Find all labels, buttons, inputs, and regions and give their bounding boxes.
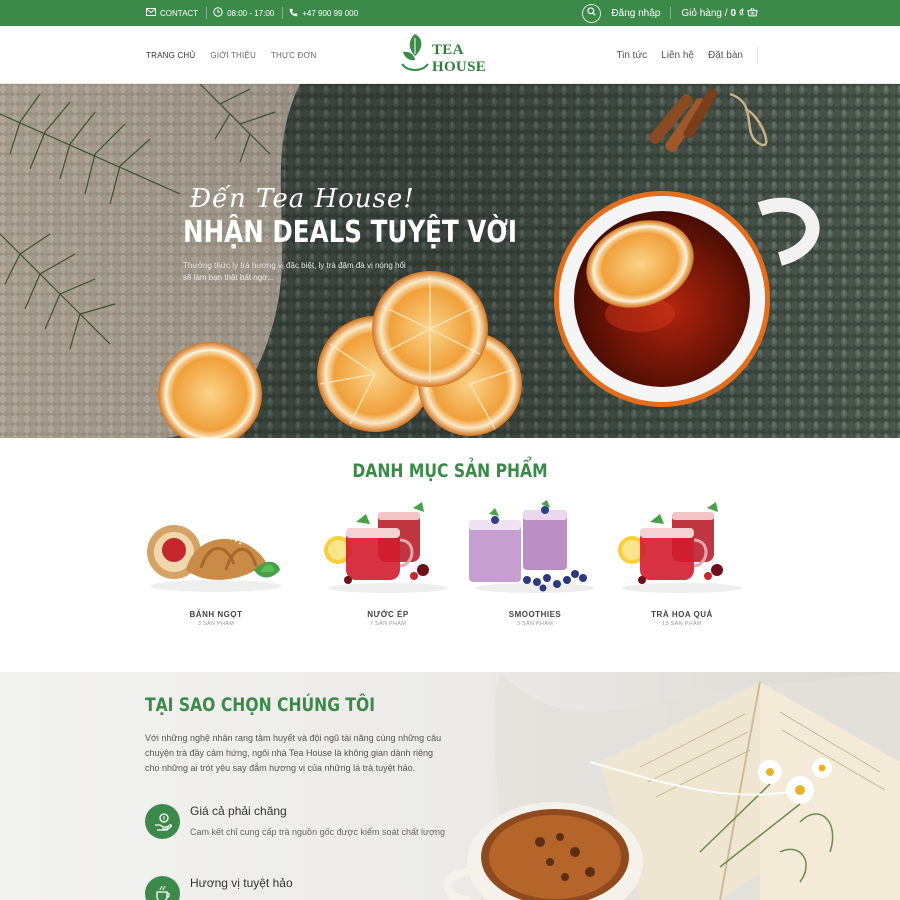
basket-icon — [747, 7, 758, 20]
category-card-pastries[interactable]: BÁNH NGỌT 3 SẢN PHẨM — [146, 500, 286, 627]
nav-item-menu[interactable]: THỰC ĐƠN — [271, 51, 317, 60]
feature-title: Giá cả phải chăng — [190, 804, 287, 818]
main-header: TRANG CHỦ GIỚI THIỆU THỰC ĐƠN TEA HOUSE … — [0, 26, 900, 84]
topbar-actions: Đăng nhập Giỏ hàng / 0 ₫ — [582, 0, 758, 26]
category-count: 13 SẢN PHẨM — [662, 621, 702, 627]
cart-label: Giỏ hàng / — [681, 7, 728, 19]
hero-background-image — [0, 84, 900, 438]
smoothies-image — [465, 500, 605, 600]
login-link[interactable]: Đăng nhập — [611, 8, 660, 19]
divider — [670, 7, 672, 19]
nav-item-booking[interactable]: Đặt bàn — [708, 50, 743, 61]
nav-item-home[interactable]: TRANG CHỦ — [146, 51, 195, 60]
feature-description: Cam kết chỉ cung cấp trà nguồn gốc được … — [190, 827, 445, 837]
feature-title: Hương vị tuyệt hảo — [190, 876, 293, 890]
category-count: 3 SẢN PHẨM — [516, 621, 554, 627]
contact-label: CONTACT — [160, 8, 199, 18]
logo-text: TEA HOUSE — [432, 42, 487, 75]
search-icon — [587, 7, 597, 19]
top-bar: CONTACT 08:00 - 17:00 +47 900 99 000 Đăn… — [0, 0, 900, 26]
fruit-tea-image — [612, 500, 752, 600]
category-name: BÁNH NGỌT — [189, 610, 243, 619]
leaf-logo-icon — [400, 30, 430, 81]
nav-item-about[interactable]: GIỚI THIỆU — [210, 51, 256, 60]
hero-script-heading: Đến Tea House! — [190, 184, 415, 214]
primary-nav: TRANG CHỦ GIỚI THIỆU THỰC ĐƠN — [146, 26, 316, 84]
why-description: Với những nghệ nhân rang tâm huyết và độ… — [145, 733, 442, 773]
hero-description: Thưởng thức ly trà hương vị đặc biệt, ly… — [183, 261, 406, 282]
hero-banner: Đến Tea House! NHẬN DEALS TUYỆT VỜI Thưở… — [0, 84, 900, 438]
hero-title: NHẬN DEALS TUYỆT VỜI — [183, 215, 517, 250]
hours-text: 08:00 - 17:00 — [227, 8, 275, 18]
cart-total: 0 ₫ — [730, 7, 744, 19]
category-name: TRÀ HOA QUẢ — [651, 610, 713, 619]
cart-link[interactable]: Giỏ hàng / 0 ₫ — [681, 7, 758, 20]
contact-link[interactable]: CONTACT — [146, 7, 208, 19]
nav-item-news[interactable]: Tin tức — [616, 50, 647, 61]
category-name: SMOOTHIES — [508, 610, 562, 619]
envelope-icon — [146, 8, 156, 18]
phone-link[interactable]: +47 900 99 000 — [289, 7, 366, 19]
opening-hours: 08:00 - 17:00 — [213, 7, 284, 19]
secondary-nav: Tin tức Liên hệ Đặt bàn — [616, 26, 758, 84]
phone-number: +47 900 99 000 — [302, 8, 359, 18]
clock-icon — [213, 7, 223, 19]
why-choose-us-section: TẠI SAO CHỌN CHÚNG TÔI Với những nghệ nh… — [0, 672, 900, 900]
pastries-image — [146, 500, 286, 600]
phone-icon — [289, 8, 298, 19]
category-card-smoothies[interactable]: SMOOTHIES 3 SẢN PHẨM — [465, 500, 605, 627]
category-name: NƯỚC ÉP — [367, 610, 409, 619]
category-count: 7 SẢN PHẨM — [369, 621, 407, 627]
categories-heading: DANH MỤC SẢN PHẨM — [352, 460, 548, 482]
why-heading: TẠI SAO CHỌN CHÚNG TÔI — [145, 694, 376, 716]
why-background-image — [0, 672, 900, 900]
category-card-fruit-tea[interactable]: TRÀ HOA QUẢ 13 SẢN PHẨM — [612, 500, 752, 627]
site-logo[interactable]: TEA HOUSE — [400, 32, 505, 78]
category-count: 3 SẢN PHẨM — [197, 621, 235, 627]
search-button[interactable] — [582, 3, 602, 23]
money-hand-icon — [145, 804, 180, 839]
product-categories: DANH MỤC SẢN PHẨM BÁNH NGỌT 3 SẢN PHẨM N… — [0, 438, 900, 672]
category-card-juice[interactable]: NƯỚC ÉP 7 SẢN PHẨM — [318, 500, 458, 627]
divider — [757, 46, 758, 64]
nav-item-contact[interactable]: Liên hệ — [661, 50, 694, 61]
topbar-contact-info: CONTACT 08:00 - 17:00 +47 900 99 000 — [146, 0, 372, 26]
juice-image — [318, 500, 458, 600]
